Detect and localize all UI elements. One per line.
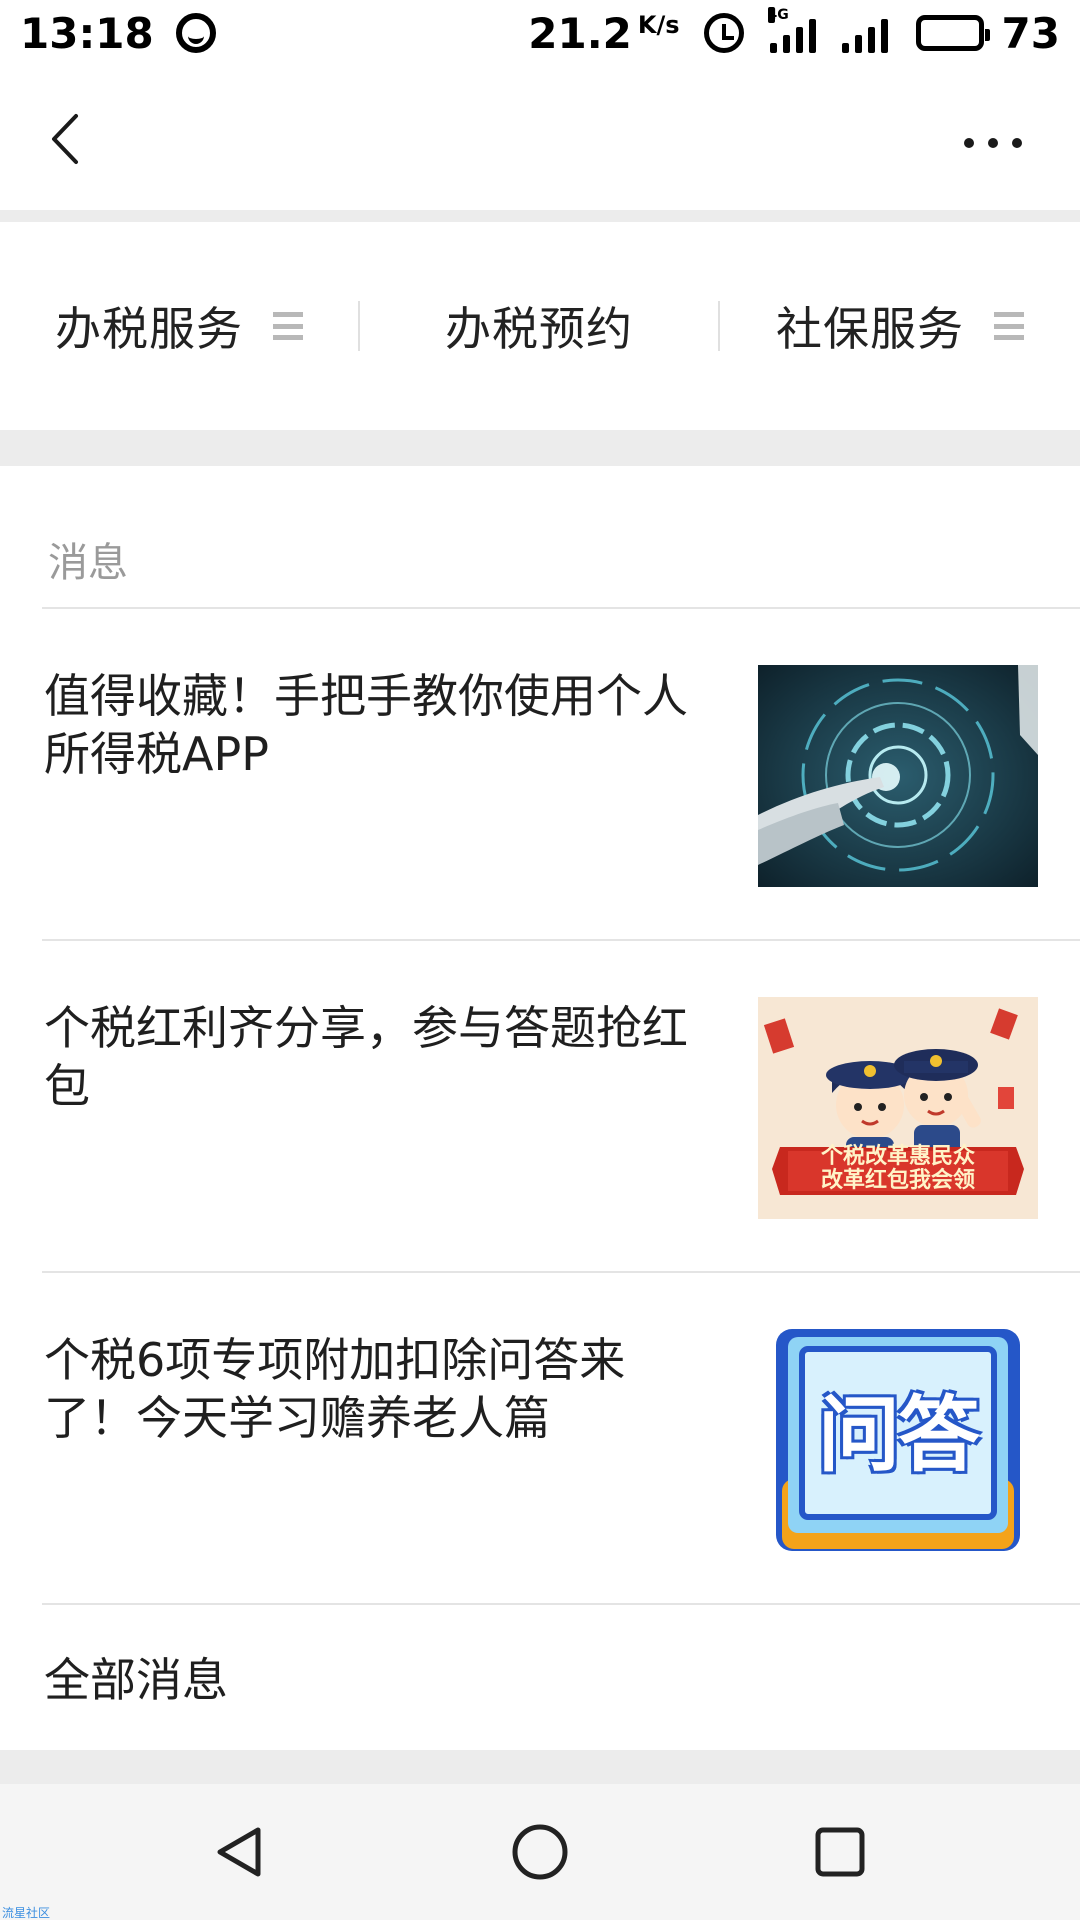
system-navigation-bar [0,1784,1080,1920]
message-thumbnail: 个税改革惠民众 改革红包我会领 [758,997,1038,1219]
triangle-back-icon[interactable] [200,1812,280,1892]
signal-icon [841,13,888,53]
message-title: 个税6项专项附加扣除问答来了！今天学习赡养老人篇 [44,1333,626,1445]
submenu-lines-icon [273,312,303,340]
section-separator [0,430,1080,466]
banner-line-1: 个税改革惠民众 [820,1144,975,1169]
chevron-left-icon[interactable] [46,112,86,166]
section-separator [0,210,1080,222]
message-item[interactable]: 个税6项专项附加扣除问答来了！今天学习赡养老人篇 问答 [0,1273,1080,1603]
battery-icon [915,15,990,51]
message-thumbnail: 问答 [758,1329,1038,1551]
qa-badge-text: 问答 [817,1388,980,1483]
menu-item-label: 办税服务 [55,302,243,356]
status-bar: 13:18 21.2 K/s 4G 73 [0,0,1080,66]
menu-item-label: 社保服务 [776,302,964,356]
watermark: 流星社区 [2,1906,51,1920]
signal-4g-icon: 4G [767,7,816,53]
menu-social-security[interactable]: 社保服务 [720,222,1080,430]
messages-card: 消息 值得收藏！手把手教你使用个人所得税APP 个税红利齐分享，参与答题抢红包 … [0,466,1080,1750]
message-item[interactable]: 个税红利齐分享，参与答题抢红包 个税改革惠民众 改革红包我会领 [0,941,1080,1271]
divider [42,1603,1080,1605]
network-type-label: 4G [767,7,789,23]
battery-percentage: 73 [1001,8,1060,58]
message-thumbnail [758,665,1038,887]
section-title: 消息 [48,540,128,586]
submenu-lines-icon [994,312,1024,340]
square-recents-icon[interactable] [800,1812,880,1892]
network-speed-unit: K/s [637,10,680,39]
message-title: 个税红利齐分享，参与答题抢红包 [44,1001,688,1113]
message-item[interactable]: 值得收藏！手把手教你使用个人所得税APP [0,609,1080,939]
status-time: 13:18 [20,8,154,58]
message-title: 值得收藏！手把手教你使用个人所得税APP [44,669,688,781]
service-menu: 办税服务 办税预约 社保服务 [0,222,1080,430]
navigation-bar [0,66,1080,210]
banner-line-2: 改革红包我会领 [820,1168,975,1193]
menu-tax-appointment[interactable]: 办税预约 [360,222,718,430]
menu-tax-services[interactable]: 办税服务 [0,222,358,430]
view-all-messages-link[interactable]: 全部消息 [44,1644,228,1710]
network-speed-value: 21.2 [528,8,632,58]
more-horizontal-icon[interactable] [964,136,1022,150]
network-speed: 21.2 K/s [528,9,679,58]
notification-face-icon [175,13,216,53]
menu-item-label: 办税预约 [445,302,633,356]
circle-home-icon[interactable] [500,1812,580,1892]
alarm-icon [703,13,744,53]
section-separator [0,1750,1080,1784]
